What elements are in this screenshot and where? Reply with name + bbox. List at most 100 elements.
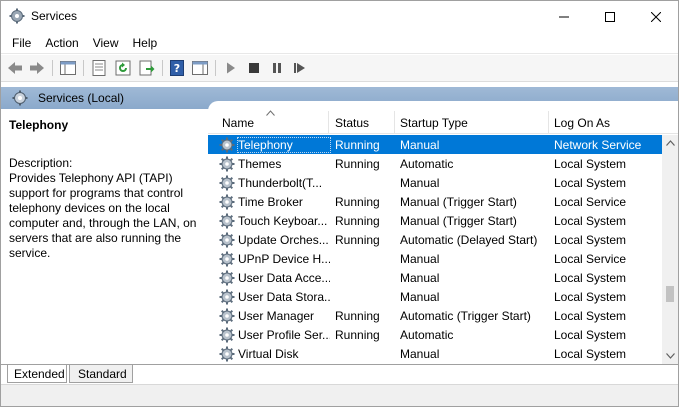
table-row[interactable]: Telephony Running Manual Network Service <box>208 135 662 154</box>
service-log-on-as-cell: Local System <box>554 290 627 304</box>
table-row[interactable]: User Data Stora... Manual Local System <box>208 287 662 306</box>
service-status-cell: Running <box>335 214 380 228</box>
forward-icon[interactable] <box>28 59 46 77</box>
service-gear-icon <box>219 346 235 362</box>
service-status-cell: Running <box>335 138 380 152</box>
service-log-on-as-cell: Local System <box>554 214 627 228</box>
service-name-cell: User Data Stora... <box>238 290 330 304</box>
service-name-cell: Touch Keyboar... <box>238 214 328 228</box>
table-row[interactable]: Update Orches... Running Automatic (Delaye… <box>208 230 662 249</box>
maximize-button[interactable] <box>587 1 633 32</box>
service-log-on-as-cell: Local System <box>554 328 627 342</box>
scroll-up-icon[interactable] <box>662 135 678 151</box>
table-row[interactable]: Themes Running Automatic Local System <box>208 154 662 173</box>
menu-file[interactable]: File <box>5 33 38 53</box>
service-gear-icon <box>219 156 235 172</box>
table-row[interactable]: User Profile Ser... Running Automatic Local… <box>208 325 662 344</box>
minimize-button[interactable] <box>541 1 587 32</box>
service-name-cell: UPnP Device H... <box>238 252 330 266</box>
start-service-icon[interactable] <box>222 59 240 77</box>
service-startup-type-cell: Automatic <box>400 328 454 342</box>
column-divider[interactable] <box>394 111 395 133</box>
service-startup-type-cell: Manual <box>400 271 440 285</box>
column-header-row: Name Status Startup Type Log On As <box>208 109 678 134</box>
menu-action[interactable]: Action <box>38 33 85 53</box>
menu-view[interactable]: View <box>86 33 126 53</box>
service-gear-icon <box>219 251 235 267</box>
show-hide-console-tree-icon[interactable] <box>59 59 77 77</box>
service-startup-type-cell: Manual <box>400 176 440 190</box>
service-log-on-as-cell: Local System <box>554 176 627 190</box>
table-row[interactable]: User Manager Running Automatic (Trigger St… <box>208 306 662 325</box>
title-bar[interactable]: Services <box>1 1 678 32</box>
toolbar-separator <box>215 60 216 76</box>
column-header-status[interactable]: Status <box>335 116 369 130</box>
service-name-cell: Themes <box>238 157 282 171</box>
column-header-log-on-as[interactable]: Log On As <box>554 116 610 130</box>
service-name-cell: Time Broker <box>238 195 303 209</box>
service-log-on-as-cell: Local System <box>554 271 627 285</box>
vertical-scrollbar[interactable] <box>662 135 678 364</box>
services-list-pane: Name Status Startup Type Log On As Telep… <box>208 101 678 364</box>
table-row[interactable]: Time Broker Running Manual (Trigger Start)… <box>208 192 662 211</box>
back-icon[interactable] <box>6 59 24 77</box>
refresh-icon[interactable] <box>114 59 132 77</box>
service-gear-icon <box>219 213 235 229</box>
view-tabs: Extended Standard <box>1 364 678 384</box>
service-log-on-as-cell: Local Service <box>554 195 627 209</box>
service-log-on-as-cell: Network Service <box>554 138 642 152</box>
table-row[interactable]: Thunderbolt(T... Manual Local System <box>208 173 662 192</box>
column-divider[interactable] <box>328 111 329 133</box>
service-name-cell: Thunderbolt(T... <box>238 176 323 190</box>
service-name-cell: Update Orches... <box>238 233 329 247</box>
services-gear-icon <box>12 90 28 106</box>
column-header-name[interactable]: Name <box>222 116 254 130</box>
column-divider[interactable] <box>548 111 549 133</box>
window-title: Services <box>31 9 78 23</box>
service-gear-icon <box>219 137 235 153</box>
tab-extended[interactable]: Extended <box>7 365 67 383</box>
service-description-pane: Telephony Description: Provides Telephon… <box>1 109 208 364</box>
sort-ascending-icon <box>266 108 275 118</box>
table-row[interactable]: User Data Acce... Manual Local System <box>208 268 662 287</box>
toolbar-separator <box>162 60 163 76</box>
description-text: Provides Telephony API (TAPI) support fo… <box>9 171 197 260</box>
service-log-on-as-cell: Local System <box>554 309 627 323</box>
service-name-cell: User Data Acce... <box>238 271 330 285</box>
show-hide-action-pane-icon[interactable] <box>191 59 209 77</box>
description-label: Description: <box>9 156 73 170</box>
service-gear-icon <box>219 270 235 286</box>
service-gear-icon <box>219 232 235 248</box>
table-row[interactable]: Virtual Disk Manual Local System <box>208 344 662 363</box>
selected-service-name: Telephony <box>9 118 69 132</box>
close-button[interactable] <box>633 1 679 32</box>
service-status-cell: Running <box>335 195 380 209</box>
service-gear-icon <box>219 308 235 324</box>
service-log-on-as-cell: Local System <box>554 233 627 247</box>
column-header-startup-type[interactable]: Startup Type <box>400 116 468 130</box>
export-list-icon[interactable] <box>138 59 156 77</box>
help-icon[interactable]: ? <box>168 59 186 77</box>
service-log-on-as-cell: Local System <box>554 157 627 171</box>
status-bar <box>1 384 678 406</box>
scroll-down-icon[interactable] <box>662 348 678 364</box>
service-status-cell: Running <box>335 328 380 342</box>
service-gear-icon <box>219 327 235 343</box>
properties-icon[interactable] <box>90 59 108 77</box>
service-name-cell: User Profile Ser... <box>238 328 330 342</box>
service-log-on-as-cell: Local Service <box>554 252 627 266</box>
table-row[interactable]: Touch Keyboar... Running Manual (Trigger S… <box>208 211 662 230</box>
pause-service-icon[interactable] <box>268 59 286 77</box>
services-table-body: Telephony Running Manual Network Service The… <box>208 135 662 363</box>
scrollbar-thumb[interactable] <box>666 286 674 302</box>
menu-help[interactable]: Help <box>126 33 165 53</box>
service-log-on-as-cell: Local System <box>554 347 627 361</box>
service-name-cell: Telephony <box>237 137 331 153</box>
tab-standard[interactable]: Standard <box>69 365 133 383</box>
service-startup-type-cell: Manual (Trigger Start) <box>400 195 517 209</box>
service-startup-type-cell: Manual <box>400 347 440 361</box>
table-row[interactable]: UPnP Device H... Manual Local Service <box>208 249 662 268</box>
stop-service-icon[interactable] <box>245 59 263 77</box>
service-startup-type-cell: Manual <box>400 252 440 266</box>
restart-service-icon[interactable] <box>291 59 309 77</box>
